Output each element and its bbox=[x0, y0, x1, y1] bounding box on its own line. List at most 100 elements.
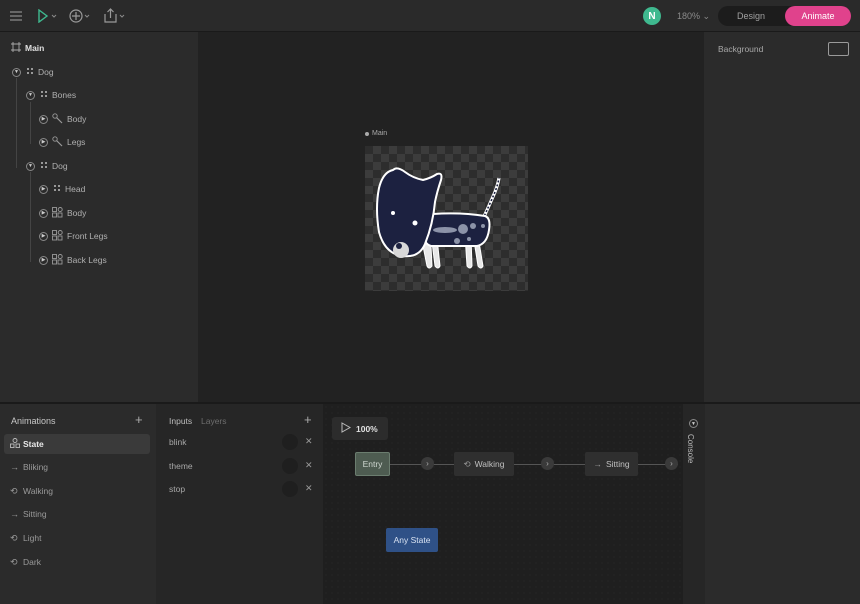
state-node-label: Sitting bbox=[605, 459, 630, 469]
animations-panel: Animations + State → Bliking ⟲ Walking →… bbox=[0, 404, 156, 604]
state-node-entry[interactable]: Entry bbox=[355, 452, 390, 476]
group-icon bbox=[40, 90, 48, 100]
animate-mode-button[interactable]: Animate bbox=[785, 6, 851, 26]
console-tab[interactable]: Console bbox=[686, 434, 695, 463]
playback-speed: 100% bbox=[356, 423, 378, 434]
hierarchy-label: Body bbox=[67, 114, 87, 124]
shapes-icon bbox=[52, 206, 63, 220]
zoom-level[interactable]: 180% ⌄ bbox=[677, 11, 710, 22]
hierarchy-item-bones[interactable]: ▼ Bones bbox=[26, 87, 76, 103]
input-name[interactable]: theme bbox=[169, 461, 193, 471]
expand-toggle-icon[interactable]: ▼ bbox=[26, 90, 35, 100]
animation-item-state[interactable]: State bbox=[4, 434, 150, 454]
artboard-dot-icon bbox=[365, 131, 369, 136]
shapes-icon bbox=[52, 253, 63, 267]
user-avatar[interactable]: N bbox=[643, 7, 661, 25]
hierarchy-panel: Main ▼ Dog ▼ Bones ▶ Body ▶ Legs ▼ Dog ▶… bbox=[0, 32, 198, 402]
group-icon bbox=[40, 161, 48, 171]
tree-line bbox=[16, 78, 17, 168]
hierarchy-label: Back Legs bbox=[67, 255, 107, 265]
artboard-name: Main bbox=[372, 130, 388, 137]
delete-input-icon[interactable]: ✕ bbox=[305, 460, 313, 471]
collapsed-toggle-icon[interactable]: ▶ bbox=[39, 231, 48, 241]
input-toggle[interactable] bbox=[282, 481, 298, 497]
collapsed-toggle-icon[interactable]: ▶ bbox=[39, 255, 48, 265]
mode-switch: Design Animate bbox=[718, 6, 851, 26]
state-node-any-state[interactable]: Any State bbox=[386, 528, 438, 552]
hierarchy-item-head[interactable]: ▶ Head bbox=[39, 181, 85, 197]
loop-icon: ⟲ bbox=[10, 556, 18, 567]
collapsed-toggle-icon[interactable]: ▶ bbox=[39, 137, 48, 147]
input-row-blink: blink ✕ bbox=[169, 434, 315, 450]
artboard[interactable] bbox=[365, 146, 528, 291]
background-label: Background bbox=[718, 44, 764, 54]
design-mode-button[interactable]: Design bbox=[718, 6, 784, 26]
add-animation-button[interactable]: + bbox=[135, 412, 143, 427]
animation-item-walking[interactable]: ⟲ Walking bbox=[4, 481, 150, 501]
animations-title: Animations bbox=[11, 416, 56, 426]
transition-arrow-icon[interactable]: › bbox=[421, 457, 434, 470]
hierarchy-item-front-legs[interactable]: ▶ Front Legs bbox=[39, 228, 108, 244]
background-color-swatch[interactable] bbox=[828, 42, 849, 56]
animation-label: Sitting bbox=[23, 509, 47, 519]
add-input-button[interactable]: + bbox=[304, 412, 312, 427]
one-shot-icon: → bbox=[10, 462, 19, 472]
tab-layers[interactable]: Layers bbox=[201, 416, 227, 426]
stage-canvas[interactable]: Main bbox=[198, 32, 704, 402]
collapsed-toggle-icon[interactable]: ▶ bbox=[39, 208, 48, 218]
chevron-down-icon: ⌄ bbox=[702, 11, 711, 21]
hierarchy-item-dog-group[interactable]: ▼ Dog bbox=[26, 158, 68, 174]
animation-item-dark[interactable]: ⟲ Dark bbox=[4, 552, 150, 572]
inputs-panel: Inputs Layers + blink ✕ theme ✕ stop ✕ bbox=[156, 404, 323, 604]
collapsed-toggle-icon[interactable]: ▶ bbox=[39, 114, 48, 124]
state-node-label: Walking bbox=[474, 459, 505, 469]
chevron-down-icon[interactable]: ▼ bbox=[689, 419, 698, 428]
bone-icon bbox=[52, 112, 63, 126]
hierarchy-item-back-legs[interactable]: ▶ Back Legs bbox=[39, 252, 107, 268]
transition-arrow-icon[interactable]: › bbox=[541, 457, 554, 470]
artboard-icon bbox=[11, 42, 21, 54]
state-node-walking[interactable]: ⟲ Walking bbox=[454, 452, 514, 476]
hierarchy-item-dog[interactable]: ▼ Dog bbox=[12, 64, 54, 80]
animation-label: Dark bbox=[23, 557, 41, 567]
tab-inputs[interactable]: Inputs bbox=[169, 416, 192, 426]
state-node-sitting[interactable]: → Sitting bbox=[585, 452, 638, 476]
animation-item-sitting[interactable]: → Sitting bbox=[4, 504, 150, 524]
input-name[interactable]: blink bbox=[169, 437, 186, 447]
state-machine-icon bbox=[10, 438, 23, 450]
expand-toggle-icon[interactable]: ▼ bbox=[26, 161, 35, 171]
group-icon bbox=[53, 184, 61, 194]
console-panel: ▼ Console bbox=[683, 404, 705, 604]
pointer-icon[interactable] bbox=[37, 8, 59, 24]
hierarchy-item-legs-bone[interactable]: ▶ Legs bbox=[39, 134, 85, 150]
animation-item-bliking[interactable]: → Bliking bbox=[4, 457, 150, 477]
collapsed-toggle-icon[interactable]: ▶ bbox=[39, 184, 48, 194]
hamburger-icon[interactable] bbox=[10, 8, 22, 24]
animation-item-light[interactable]: ⟲ Light bbox=[4, 528, 150, 548]
dog-illustration[interactable] bbox=[365, 146, 528, 291]
input-name[interactable]: stop bbox=[169, 484, 185, 494]
plus-circle-icon[interactable] bbox=[68, 8, 92, 24]
artboard-label[interactable]: Main bbox=[365, 130, 387, 137]
hierarchy-item-body-bone[interactable]: ▶ Body bbox=[39, 111, 86, 127]
delete-input-icon[interactable]: ✕ bbox=[305, 483, 313, 494]
top-toolbar: N 180% ⌄ Design Animate bbox=[0, 0, 860, 32]
playback-control[interactable]: 100% bbox=[332, 417, 388, 440]
hierarchy-item-main[interactable]: Main bbox=[11, 40, 44, 56]
tree-line bbox=[30, 102, 31, 144]
input-toggle[interactable] bbox=[282, 434, 298, 450]
play-icon[interactable] bbox=[341, 422, 352, 435]
hierarchy-label: Dog bbox=[52, 161, 68, 171]
hierarchy-label: Dog bbox=[38, 67, 54, 77]
delete-input-icon[interactable]: ✕ bbox=[305, 436, 313, 447]
share-icon[interactable] bbox=[103, 8, 127, 24]
input-toggle[interactable] bbox=[282, 458, 298, 474]
transition-arrow-icon[interactable]: › bbox=[665, 457, 678, 470]
hierarchy-label: Body bbox=[67, 208, 87, 218]
state-machine-graph[interactable]: 100% › › › Entry ⟲ Walking → Sitting Any… bbox=[323, 404, 683, 604]
bottom-right-panel bbox=[705, 404, 860, 604]
expand-toggle-icon[interactable]: ▼ bbox=[12, 67, 21, 77]
animation-label: Walking bbox=[23, 486, 53, 496]
hierarchy-item-body-shape[interactable]: ▶ Body bbox=[39, 205, 86, 221]
loop-icon: ⟲ bbox=[10, 485, 18, 496]
